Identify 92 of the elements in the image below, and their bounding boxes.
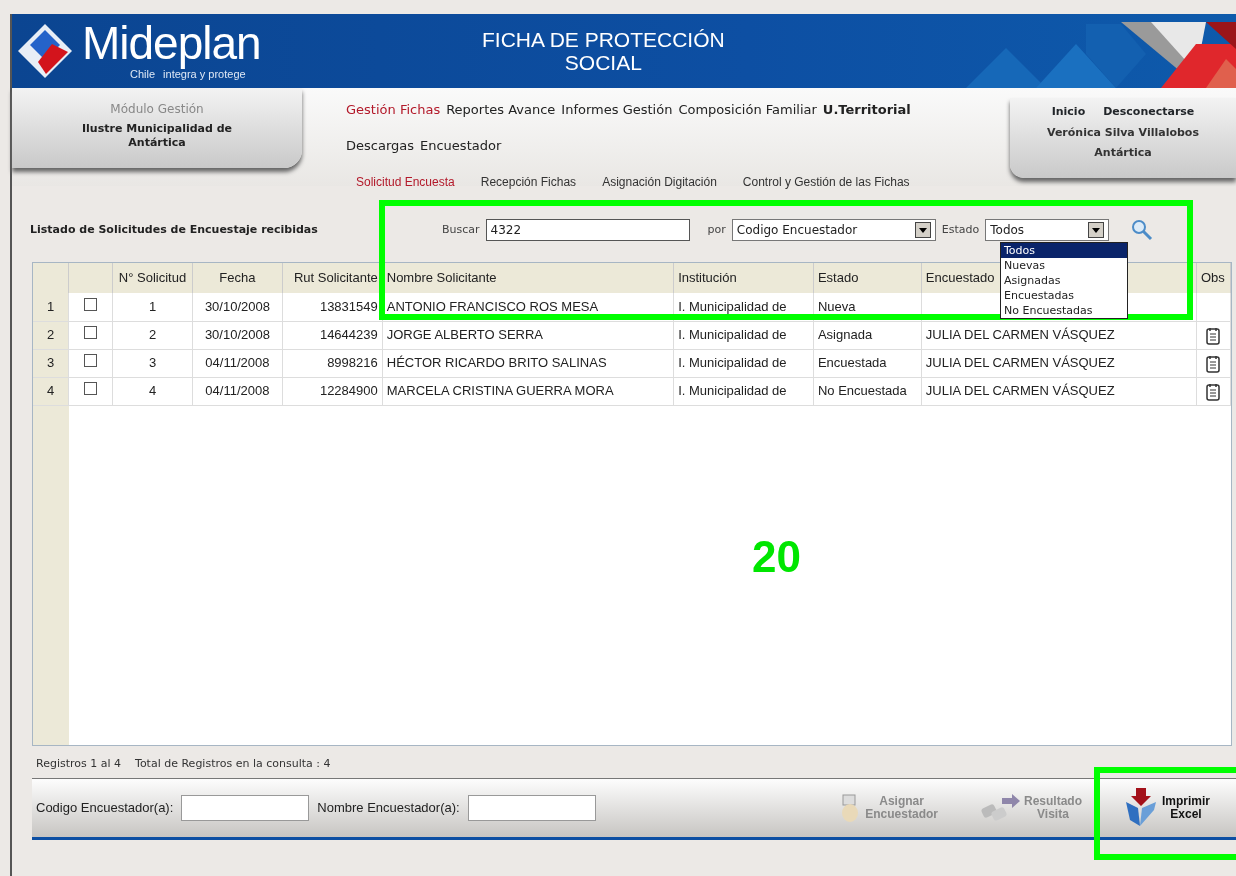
dropdown-option[interactable]: No Encuestadas <box>1001 303 1127 318</box>
menu-link[interactable]: Encuestador <box>420 135 502 155</box>
table-cell: Asignada <box>817 327 873 343</box>
records-total: Total de Registros en la consulta : 4 <box>135 756 331 772</box>
table-cell: I. Municipalidad de <box>678 299 787 314</box>
dropdown-option[interactable]: Todos <box>1001 243 1127 258</box>
records-range: Registros 1 al 4 <box>36 756 122 772</box>
search-label: Buscar <box>442 221 480 238</box>
table-cell: No Encuestada <box>817 383 907 399</box>
user-link[interactable]: Inicio <box>1051 104 1086 121</box>
table-cell: 8998216 <box>327 355 378 371</box>
notepad-icon[interactable] <box>1206 382 1221 401</box>
menu-link[interactable]: Gestión Fichas <box>346 100 441 120</box>
module-label: Módulo Gestión <box>109 101 205 118</box>
search-field[interactable]: 4322 <box>485 219 690 241</box>
submenu-link[interactable]: Solicitud Encuesta <box>356 173 455 191</box>
notepad-icon[interactable] <box>1206 354 1221 373</box>
column-header: Institución <box>678 270 737 286</box>
logo-icon <box>16 22 74 80</box>
table-cell: MARCELA CRISTINA GUERRA MORA <box>386 383 614 399</box>
table-cell: HÉCTOR RICARDO BRITO SALINAS <box>386 355 607 371</box>
column-header: Fecha <box>219 270 256 286</box>
table-cell: 3 <box>148 355 157 371</box>
menu-link[interactable]: Descargas <box>346 135 414 155</box>
table-cell: 30/10/2008 <box>204 327 270 343</box>
search-icon[interactable] <box>1131 219 1154 241</box>
banner-title: SOCIAL <box>563 51 643 75</box>
text-field[interactable] <box>181 795 310 821</box>
caret-icon[interactable] <box>914 222 931 238</box>
table-cell: 3 <box>47 355 55 371</box>
table-cell: 1 <box>47 299 55 314</box>
column-header: Estado <box>817 270 859 286</box>
table-cell: Nueva <box>817 299 856 314</box>
table-cell: I. Municipalidad de <box>678 383 787 399</box>
dropdown-option[interactable]: Encuestadas <box>1001 288 1127 303</box>
table-cell: JULIA DEL CARMEN VÁSQUEZ <box>925 327 1115 343</box>
field-label: Codigo Encuestador(a): <box>36 799 174 818</box>
row-checkbox[interactable] <box>84 382 98 396</box>
by-label: por <box>707 221 726 238</box>
state-label: Estado <box>941 221 980 238</box>
row-checkbox[interactable] <box>84 354 98 368</box>
user-name: Verónica Silva Villalobos <box>1046 124 1200 141</box>
folder-download-icon <box>1124 788 1158 828</box>
table-cell: 2 <box>148 327 157 343</box>
dropdown-option[interactable]: Asignadas <box>1001 273 1127 288</box>
table-cell: Encuestada <box>817 355 887 371</box>
search-by-select[interactable]: Codigo Encuestador <box>731 219 936 241</box>
menu-link[interactable]: U.Territorial <box>822 100 911 120</box>
notepad-icon[interactable] <box>1206 326 1221 345</box>
table-cell: 30/10/2008 <box>204 299 270 314</box>
table-cell: 4 <box>148 383 157 399</box>
table-cell: 12284900 <box>319 383 378 399</box>
row-checkbox[interactable] <box>84 298 98 311</box>
municipality-label: Ilustre Municipalidad de Antártica <box>80 122 234 151</box>
row-checkbox[interactable] <box>84 326 98 340</box>
column-header: Rut Solicitante <box>293 270 378 286</box>
commune-label: Antártica <box>1093 145 1153 161</box>
annotation-number: 20 <box>752 531 801 583</box>
menu-link[interactable]: Reportes Avance <box>446 100 556 120</box>
table-cell: I. Municipalidad de <box>678 355 787 371</box>
table-cell: JULIA DEL CARMEN VÁSQUEZ <box>925 355 1115 371</box>
column-header: N° Solicitud <box>118 270 187 286</box>
banner-title: FICHA DE PROTECCIÓN <box>482 27 725 51</box>
table-cell: 2 <box>47 327 55 343</box>
action-button[interactable]: Imprimir Excel <box>1124 788 1210 828</box>
list-title: Listado de Solicitudes de Encuestaje recibidas <box>30 221 319 238</box>
state-select[interactable]: Todos <box>985 219 1110 241</box>
caret-icon[interactable] <box>1088 222 1105 238</box>
user-link[interactable]: Desconectarse <box>1103 104 1195 121</box>
dropdown-option[interactable]: Nuevas <box>1001 258 1127 273</box>
column-header: Nombre Solicitante <box>386 270 497 286</box>
table-cell: 4 <box>47 383 55 399</box>
table-cell: ANTONIO FRANCISCO ROS MESA <box>386 299 599 314</box>
submenu-link[interactable]: Recepción Fichas <box>480 173 577 191</box>
menu-link[interactable]: Informes Gestión <box>561 100 673 120</box>
column-header: Encuestado <box>925 270 995 286</box>
table-cell: 13831549 <box>319 299 378 314</box>
table-cell: 04/11/2008 <box>205 383 270 399</box>
field-label: Nombre Encuestador(a): <box>317 799 460 818</box>
text-field[interactable] <box>467 795 596 821</box>
submenu-link[interactable]: Asignación Digitación <box>602 173 717 191</box>
table-cell: 14644239 <box>319 327 378 343</box>
logo-tagline: Chile <box>130 67 156 82</box>
arrow-icon <box>979 794 1020 822</box>
table-cell: 04/11/2008 <box>205 355 270 371</box>
column-header: Obs <box>1200 270 1225 286</box>
table-cell: 1 <box>148 299 157 314</box>
menu-link[interactable]: Composición Familiar <box>678 100 817 120</box>
table-cell: JULIA DEL CARMEN VÁSQUEZ <box>925 383 1115 399</box>
table-cell: I. Municipalidad de <box>678 327 787 343</box>
table-cell: JORGE ALBERTO SERRA <box>386 327 544 343</box>
submenu-link[interactable]: Control y Gestión de las Fichas <box>742 173 910 191</box>
